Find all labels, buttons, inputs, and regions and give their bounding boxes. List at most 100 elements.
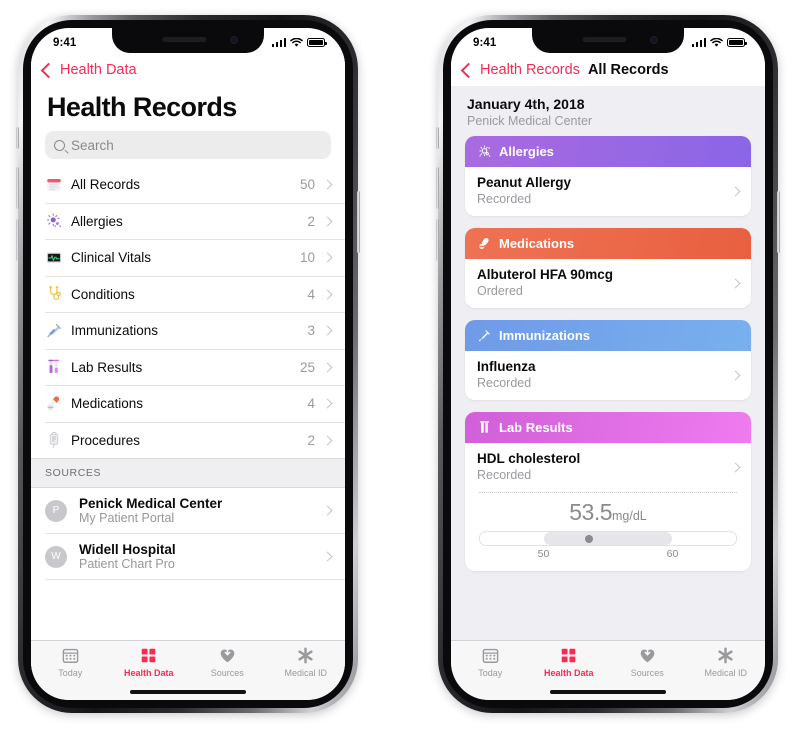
category-row-conditions[interactable]: Conditions 4	[45, 277, 345, 313]
source-subtitle: Patient Chart Pro	[79, 556, 175, 571]
lab-results-icon	[477, 420, 499, 435]
category-row-all-records[interactable]: All Records 50	[45, 167, 345, 204]
screenshot-canvas: 9:41 Health Data Health Records Search A…	[0, 0, 800, 735]
iphone-right: 9:41 Health Records All Records January …	[436, 15, 780, 713]
chevron-right-icon	[322, 252, 333, 263]
card-body[interactable]: Influenza Recorded	[465, 351, 751, 400]
chevron-right-icon	[322, 325, 333, 336]
card-item-title: Albuterol HFA 90mcg	[477, 267, 614, 282]
allergies-icon	[479, 145, 491, 157]
category-label: Conditions	[71, 286, 135, 302]
earpiece-speaker	[582, 37, 627, 42]
allergies-icon	[46, 213, 62, 228]
measurement-range-slider[interactable]	[479, 531, 737, 546]
front-camera	[230, 36, 238, 44]
sources-heart-icon	[218, 646, 237, 665]
chevron-right-icon	[730, 370, 741, 380]
silent-switch[interactable]	[436, 127, 439, 149]
health-data-grid-icon	[139, 646, 158, 665]
card-body[interactable]: Albuterol HFA 90mcg Ordered	[465, 259, 751, 308]
record-card-list: Allergies Peanut Allergy Recorded Medicati…	[451, 136, 765, 571]
chevron-left-icon	[40, 62, 57, 78]
tab-sources[interactable]: Sources	[188, 646, 267, 678]
back-button-health-data[interactable]: Health Data	[40, 62, 137, 78]
card-item-status: Ordered	[477, 284, 523, 298]
screen-right: 9:41 Health Records All Records January …	[451, 28, 765, 700]
chevron-left-icon	[460, 62, 477, 78]
back-button-health-records[interactable]: Health Records	[460, 62, 580, 78]
tab-sources[interactable]: Sources	[608, 646, 687, 678]
card-item-title: Peanut Allergy	[477, 175, 572, 190]
category-label: Allergies	[71, 213, 123, 229]
volume-down-button[interactable]	[16, 219, 19, 261]
records-scroll-area[interactable]: January 4th, 2018 Penick Medical Center …	[451, 86, 765, 646]
card-item-text: HDL cholesterol Recorded	[477, 451, 732, 483]
range-high-label: 60	[666, 548, 679, 560]
card-category-label: Immunizations	[499, 328, 591, 343]
source-subtitle: My Patient Portal	[79, 510, 175, 525]
lab-results-icon	[45, 358, 71, 376]
volume-up-button[interactable]	[16, 167, 19, 209]
tab-today[interactable]: Today	[31, 646, 110, 678]
category-row-procedures[interactable]: Procedures 2	[45, 423, 345, 459]
power-button[interactable]	[357, 191, 360, 253]
category-row-allergies[interactable]: Allergies 2	[45, 204, 345, 240]
source-row[interactable]: P Penick Medical Center My Patient Portal	[45, 488, 345, 534]
nav-bar-left: Health Data	[31, 54, 345, 86]
category-row-lab-results[interactable]: Lab Results 25	[45, 350, 345, 386]
source-text: Widell Hospital Patient Chart Pro	[79, 542, 324, 572]
clinical-vitals-icon	[45, 249, 71, 267]
tab-today[interactable]: Today	[451, 646, 530, 678]
sources-heart-icon	[220, 647, 235, 663]
chevron-right-icon	[322, 289, 333, 300]
wifi-icon	[710, 37, 723, 47]
health-data-grid-icon	[141, 648, 156, 663]
back-button-label: Health Records	[480, 62, 580, 78]
chevron-right-icon	[730, 278, 741, 288]
immunizations-icon	[47, 323, 61, 338]
category-row-clinical-vitals[interactable]: Clinical Vitals 10	[45, 240, 345, 277]
category-label: Immunizations	[71, 323, 159, 339]
today-calendar-icon	[482, 648, 499, 663]
record-source: Penick Medical Center	[467, 114, 593, 128]
record-card-medications[interactable]: Medications Albuterol HFA 90mcg Ordered	[465, 228, 751, 308]
home-indicator[interactable]	[130, 690, 246, 694]
record-card-allergies[interactable]: Allergies Peanut Allergy Recorded	[465, 136, 751, 216]
chevron-right-icon	[730, 186, 741, 196]
category-label: Procedures	[71, 432, 141, 448]
back-button-label: Health Data	[60, 62, 137, 78]
home-indicator[interactable]	[550, 690, 666, 694]
tab-health-data[interactable]: Health Data	[110, 646, 189, 678]
power-button[interactable]	[777, 191, 780, 253]
card-header: Allergies	[465, 136, 751, 167]
chevron-right-icon	[322, 551, 333, 562]
today-calendar-icon	[61, 646, 80, 665]
tab-label: Health Data	[543, 668, 594, 678]
battery-icon	[307, 38, 327, 47]
source-text: Penick Medical Center My Patient Portal	[79, 496, 324, 526]
search-input[interactable]: Search	[45, 131, 331, 159]
tab-medical-id[interactable]: Medical ID	[687, 646, 766, 678]
chevron-right-icon	[322, 179, 333, 190]
divider	[479, 492, 737, 493]
medications-icon	[47, 396, 60, 411]
immunizations-icon	[478, 330, 490, 342]
immunizations-icon	[477, 328, 499, 343]
record-card-lab-results[interactable]: Lab Results HDL cholesterol Recorded 53.5mg…	[465, 412, 751, 571]
volume-down-button[interactable]	[436, 219, 439, 261]
card-item-status: Recorded	[477, 192, 532, 206]
medical-id-asterisk-icon	[296, 646, 315, 665]
category-row-immunizations[interactable]: Immunizations 3	[45, 313, 345, 350]
source-row[interactable]: W Widell Hospital Patient Chart Pro	[45, 534, 345, 580]
card-body[interactable]: Peanut Allergy Recorded	[465, 167, 751, 216]
category-row-medications[interactable]: Medications 4	[45, 386, 345, 423]
tab-health-data[interactable]: Health Data	[530, 646, 609, 678]
conditions-icon	[45, 285, 71, 303]
silent-switch[interactable]	[16, 127, 19, 149]
volume-up-button[interactable]	[436, 167, 439, 209]
card-body[interactable]: HDL cholesterol Recorded	[465, 443, 751, 492]
tab-medical-id[interactable]: Medical ID	[267, 646, 346, 678]
iphone-left: 9:41 Health Data Health Records Search A…	[16, 15, 360, 713]
record-card-immunizations[interactable]: Immunizations Influenza Recorded	[465, 320, 751, 400]
card-category-label: Lab Results	[499, 420, 573, 435]
